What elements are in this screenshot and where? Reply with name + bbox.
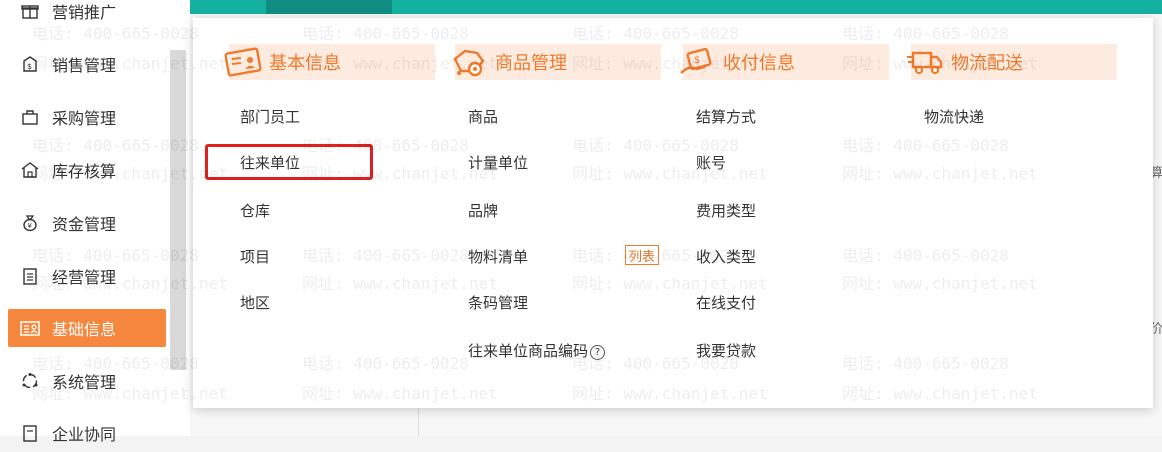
list-badge[interactable]: 列表 — [625, 245, 659, 265]
box-gear-icon — [447, 44, 491, 80]
top-active-tab[interactable] — [266, 0, 392, 14]
sidebar-item-label: 营销推广 — [52, 3, 117, 22]
svg-text:$: $ — [27, 62, 32, 71]
menu-link-online-payment[interactable]: 在线支付 — [696, 292, 756, 313]
sidebar-item-label: 企业协同 — [52, 425, 117, 444]
document-icon — [20, 423, 40, 443]
category-title: 物流配送 — [951, 53, 1023, 74]
shopping-bag-icon — [20, 107, 40, 127]
money-bag-icon: ¥ — [20, 213, 40, 233]
sidebar-item-label: 基础信息 — [52, 320, 117, 339]
sidebar: 营销推广 $ 销售管理 采购管理 库存核算 ¥ 资金管理 经营管理 基础信息 系… — [0, 0, 190, 444]
sidebar-item-purchase[interactable]: 采购管理 — [8, 98, 166, 136]
menu-link-partner-product-code[interactable]: 往来单位商品编码? — [468, 340, 606, 361]
menu-link-unit-of-measure[interactable]: 计量单位 — [468, 152, 528, 173]
help-icon[interactable]: ? — [590, 345, 606, 360]
basic-info-dropdown-menu: 基本信息 商品管理 $ 收付信息 物流配送 部门员工 往来单位 仓库 项目 地区… — [193, 18, 1153, 408]
category-header-payment: $ 收付信息 — [680, 44, 889, 80]
menu-link-account[interactable]: 账号 — [696, 152, 726, 173]
sidebar-item-operations[interactable]: 经营管理 — [8, 257, 166, 295]
category-title: 基本信息 — [269, 53, 341, 74]
category-header-basic-info: 基本信息 — [224, 44, 435, 80]
clipboard-icon — [20, 266, 40, 286]
sidebar-item-system[interactable]: 系统管理 — [8, 362, 166, 400]
sidebar-item-label: 库存核算 — [52, 162, 117, 181]
category-title: 收付信息 — [723, 53, 795, 74]
svg-text:¥: ¥ — [28, 222, 33, 230]
menu-link-label: 往来单位商品编码 — [468, 342, 589, 360]
id-card-icon — [20, 318, 40, 338]
menu-link-expense-type[interactable]: 费用类型 — [696, 200, 756, 221]
sidebar-item-collaboration[interactable]: 企业协同 — [8, 414, 166, 452]
sidebar-item-inventory[interactable]: 库存核算 — [8, 151, 166, 189]
menu-link-express-delivery[interactable]: 物流快递 — [924, 106, 984, 127]
menu-link-settlement-method[interactable]: 结算方式 — [696, 106, 756, 127]
sidebar-item-label: 采购管理 — [52, 109, 117, 128]
tag-icon: $ — [20, 54, 40, 74]
sidebar-item-label: 资金管理 — [52, 215, 117, 234]
sidebar-item-label: 经营管理 — [52, 268, 117, 287]
menu-link-product[interactable]: 商品 — [468, 106, 498, 127]
category-title: 商品管理 — [495, 53, 567, 74]
menu-link-loan[interactable]: 我要贷款 — [696, 340, 756, 361]
sidebar-scrollbar[interactable] — [170, 50, 186, 370]
circle-dots-icon — [20, 371, 40, 391]
menu-link-region[interactable]: 地区 — [240, 292, 270, 313]
id-card-icon — [221, 44, 265, 80]
gift-icon — [20, 1, 40, 21]
sidebar-item-basic-info[interactable]: 基础信息 — [8, 309, 166, 347]
highlight-annotation-box — [205, 144, 373, 180]
payment-hand-icon: $ — [675, 44, 719, 80]
menu-link-department-staff[interactable]: 部门员工 — [240, 106, 300, 127]
category-header-logistics: 物流配送 — [907, 44, 1117, 80]
menu-link-project[interactable]: 项目 — [240, 246, 270, 267]
svg-text:$: $ — [694, 55, 700, 66]
top-navigation-bar — [190, 0, 1162, 14]
menu-link-income-type[interactable]: 收入类型 — [696, 246, 756, 267]
truck-icon — [903, 44, 947, 80]
sidebar-item-sales[interactable]: $ 销售管理 — [8, 45, 166, 83]
menu-link-bill-of-materials[interactable]: 物料清单 — [468, 246, 528, 267]
sidebar-item-label: 销售管理 — [52, 56, 117, 75]
category-header-product: 商品管理 — [453, 44, 661, 80]
menu-link-barcode[interactable]: 条码管理 — [468, 292, 528, 313]
sidebar-item-marketing[interactable]: 营销推广 — [8, 0, 166, 30]
sidebar-item-label: 系统管理 — [52, 373, 117, 392]
menu-link-warehouse[interactable]: 仓库 — [240, 200, 270, 221]
warehouse-icon — [20, 160, 40, 180]
menu-link-brand[interactable]: 品牌 — [468, 200, 498, 221]
sidebar-item-funds[interactable]: ¥ 资金管理 — [8, 204, 166, 242]
